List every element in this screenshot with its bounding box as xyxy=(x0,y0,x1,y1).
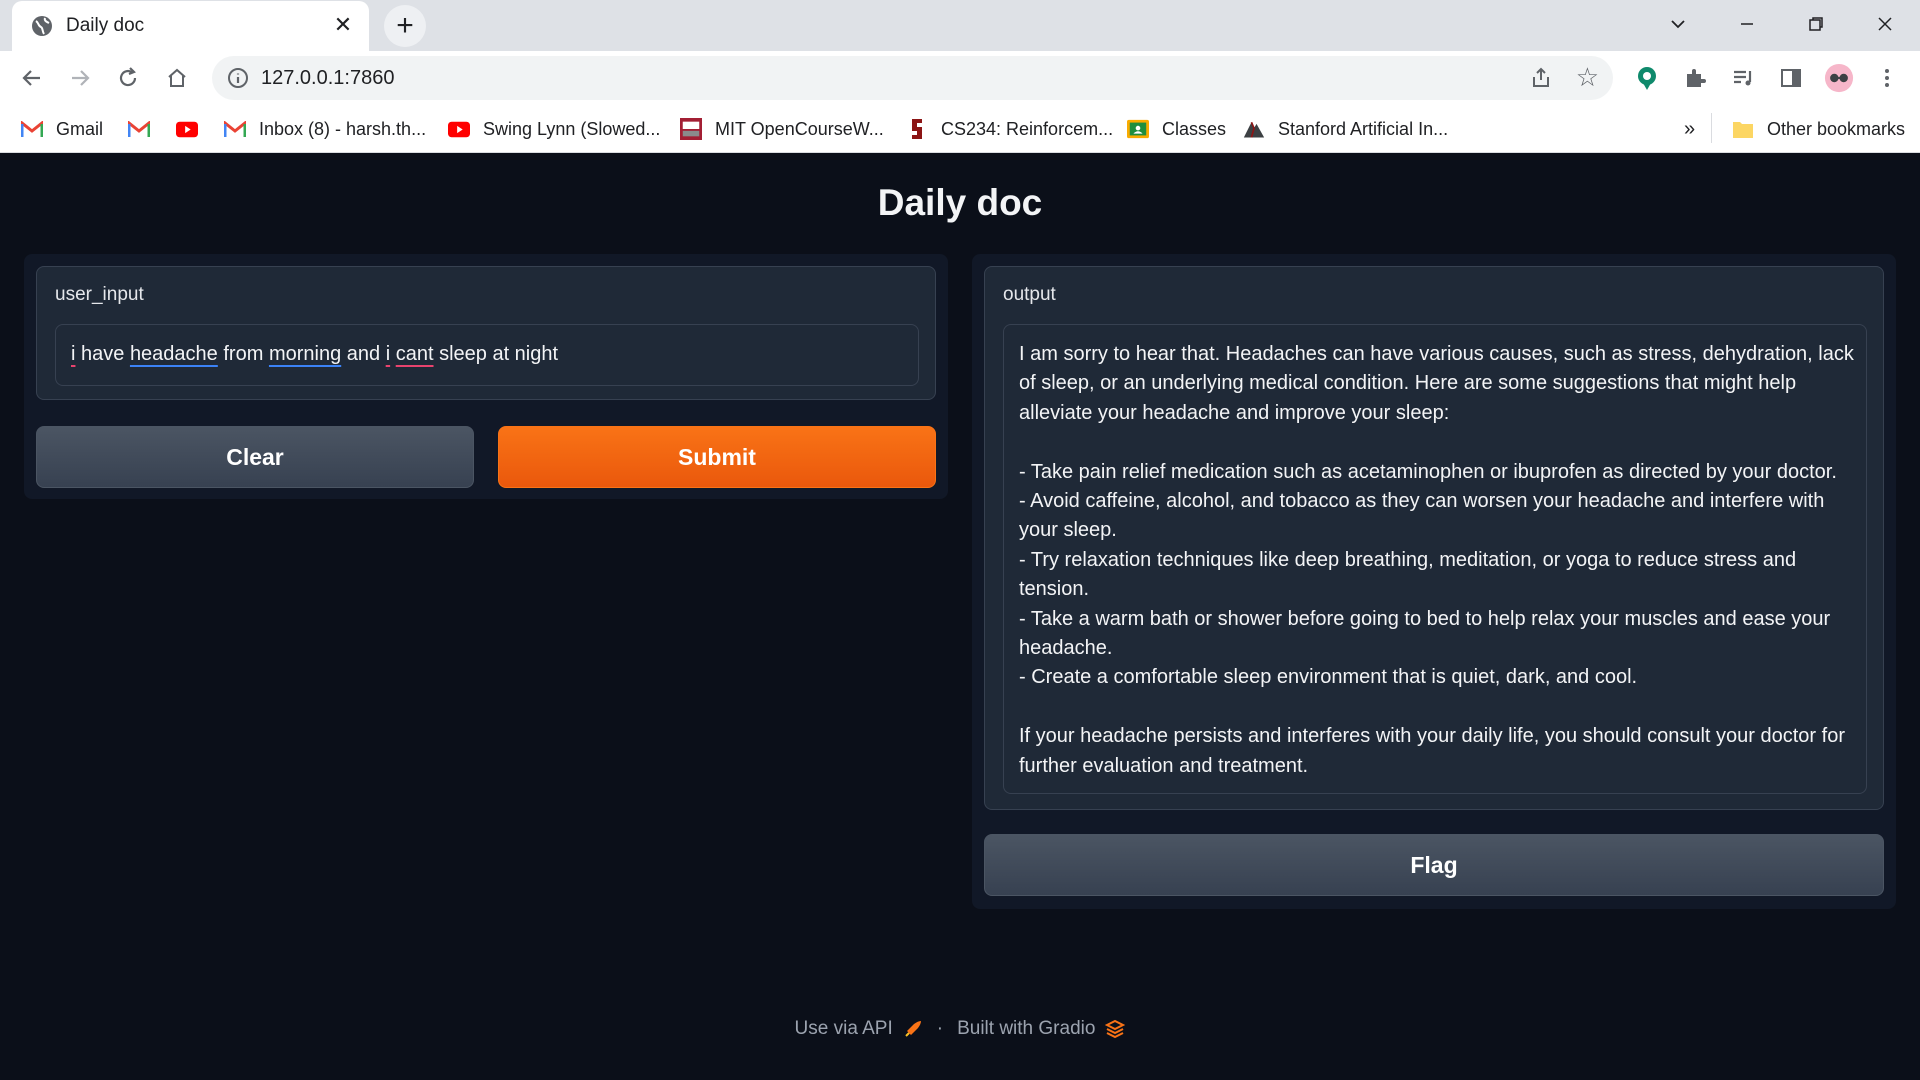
bookmark-youtube[interactable] xyxy=(176,115,211,143)
restore-icon[interactable] xyxy=(1800,8,1832,40)
media-queue-icon[interactable] xyxy=(1728,63,1758,93)
tab-search-icon[interactable] xyxy=(1662,8,1694,40)
bookmark-stanford-ai[interactable]: Stanford Artificial In... xyxy=(1243,115,1448,143)
bookmark-label: Inbox (8) - harsh.th... xyxy=(259,118,427,139)
output-bullet: - Take pain relief medication such as ac… xyxy=(1019,460,1837,483)
close-window-icon[interactable] xyxy=(1869,8,1901,40)
stanford-icon xyxy=(906,119,928,139)
mit-ocw-icon xyxy=(680,118,702,140)
bookmark-gmail-2[interactable] xyxy=(128,115,163,143)
folder-icon xyxy=(1732,119,1754,139)
profile-avatar-icon[interactable] xyxy=(1824,63,1854,93)
user-input-value: i have headache from morning and i cant … xyxy=(71,343,558,366)
output-block: output I am sorry to hear that. Headache… xyxy=(984,266,1884,810)
new-tab-button[interactable]: + xyxy=(384,5,426,47)
output-bullet: - Take a warm bath or shower before goin… xyxy=(1019,607,1831,660)
footer: Use via API · Built with Gradio xyxy=(0,1018,1920,1040)
bookmark-mit-ocw[interactable]: MIT OpenCourseW... xyxy=(680,115,884,143)
extensions-puzzle-icon[interactable] xyxy=(1680,63,1710,93)
output-bullet: - Create a comfortable sleep environment… xyxy=(1019,666,1638,689)
bookmark-label: Gmail xyxy=(56,118,104,139)
bookmark-label: CS234: Reinforcem... xyxy=(941,118,1114,139)
user-input-block: user_input i have headache from morning … xyxy=(36,266,936,400)
output-paragraph: If your headache persists and interferes… xyxy=(1019,725,1845,777)
globe-icon xyxy=(32,16,52,36)
input-word: sleep at night xyxy=(433,343,559,365)
input-word: from xyxy=(217,343,269,365)
youtube-icon xyxy=(448,119,470,139)
reload-icon[interactable] xyxy=(111,61,145,95)
forward-icon[interactable] xyxy=(63,61,97,95)
bookmarks-bar: Gmail Inbox (8) - harsh.th... Swing Lynn… xyxy=(0,105,1920,153)
tab-title: Daily doc xyxy=(66,15,145,36)
bookmarks-divider xyxy=(1711,113,1712,143)
browser-toolbar: 127.0.0.1:7860 ☆ xyxy=(0,51,1920,105)
bookmark-gmail[interactable]: Gmail xyxy=(21,115,103,143)
tab-daily-doc[interactable]: Daily doc ✕ xyxy=(12,1,369,51)
bookmark-swing-lynn[interactable]: Swing Lynn (Slowed... xyxy=(448,115,660,143)
bookmark-label: Classes xyxy=(1162,118,1227,139)
gmail-icon xyxy=(128,119,150,139)
gradio-app: Daily doc user_input i have headache fro… xyxy=(0,154,1920,1080)
bookmark-label: Stanford Artificial In... xyxy=(1278,118,1449,139)
output-bullet: - Try relaxation techniques like deep br… xyxy=(1019,548,1797,601)
address-bar[interactable]: 127.0.0.1:7860 ☆ xyxy=(212,56,1613,100)
footer-separator: · xyxy=(936,1018,944,1039)
side-panel-icon[interactable] xyxy=(1776,63,1806,93)
site-info-icon[interactable] xyxy=(227,67,249,89)
flag-button[interactable]: Flag xyxy=(984,834,1884,896)
back-icon[interactable] xyxy=(15,61,49,95)
bookmark-other[interactable]: Other bookmarks xyxy=(1732,115,1905,143)
gmail-icon xyxy=(21,119,43,139)
bookmark-classes[interactable]: Classes xyxy=(1127,115,1226,143)
input-word: cant xyxy=(395,343,434,365)
extension-brain-icon[interactable] xyxy=(1632,63,1662,93)
output-paragraph: I am sorry to hear that. Headaches can h… xyxy=(1019,343,1854,424)
clear-button[interactable]: Clear xyxy=(36,426,474,488)
output-value: I am sorry to hear that. Headaches can h… xyxy=(1019,340,1864,781)
built-with-gradio-link[interactable]: Built with Gradio xyxy=(957,1018,1095,1040)
bookmark-label: Other bookmarks xyxy=(1767,118,1906,139)
tab-strip: Daily doc ✕ + xyxy=(0,0,1920,51)
submit-button[interactable]: Submit xyxy=(498,426,936,488)
input-word: headache xyxy=(129,343,218,365)
output-panel: output I am sorry to hear that. Headache… xyxy=(972,254,1896,909)
bookmark-star-icon[interactable]: ☆ xyxy=(1576,64,1599,90)
bookmark-cs234[interactable]: CS234: Reinforcem... xyxy=(906,115,1113,143)
close-tab-icon[interactable]: ✕ xyxy=(331,12,355,37)
home-icon[interactable] xyxy=(160,61,194,95)
page-title: Daily doc xyxy=(877,182,1043,223)
use-via-api-link[interactable]: Use via API xyxy=(795,1018,893,1040)
output-bullet: - Avoid caffeine, alcohol, and tobacco a… xyxy=(1019,490,1825,542)
input-word: morning xyxy=(268,343,342,365)
browser-menu-icon[interactable] xyxy=(1872,63,1902,93)
rocket-icon xyxy=(903,1019,923,1039)
minimize-icon[interactable] xyxy=(1731,8,1763,40)
output-label: output xyxy=(1003,284,1056,305)
user-input-textbox[interactable]: i have headache from morning and i cant … xyxy=(55,324,919,386)
bookmark-label: MIT OpenCourseW... xyxy=(715,118,884,139)
stanford-ai-icon xyxy=(1243,119,1265,139)
gmail-icon xyxy=(224,119,246,139)
classroom-icon xyxy=(1127,119,1149,139)
input-word: have xyxy=(75,343,130,365)
url-text[interactable]: 127.0.0.1:7860 xyxy=(261,67,394,90)
bookmark-inbox[interactable]: Inbox (8) - harsh.th... xyxy=(224,115,426,143)
youtube-icon xyxy=(176,119,198,139)
bookmark-label: Swing Lynn (Slowed... xyxy=(483,118,661,139)
share-icon[interactable] xyxy=(1529,66,1553,90)
gradio-logo-icon xyxy=(1105,1019,1126,1039)
more-bookmarks-chevron[interactable]: » xyxy=(1684,115,1695,143)
user-input-label: user_input xyxy=(55,284,144,305)
output-textbox[interactable]: I am sorry to hear that. Headaches can h… xyxy=(1003,324,1867,794)
input-panel: user_input i have headache from morning … xyxy=(24,254,948,499)
input-word: and xyxy=(341,343,386,365)
